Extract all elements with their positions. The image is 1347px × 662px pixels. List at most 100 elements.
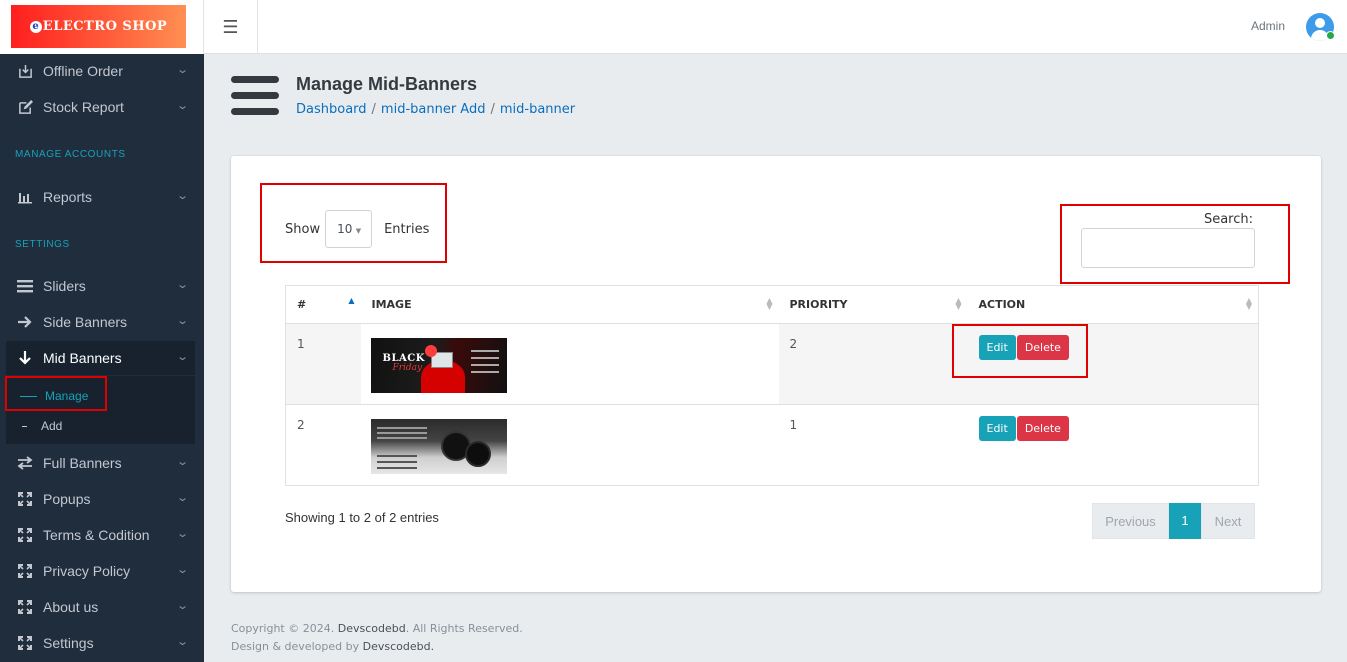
bars-icon: [15, 279, 35, 293]
submenu-label: Add: [41, 419, 63, 433]
sidebar-item-label: Popups: [43, 491, 91, 507]
chevron-down-icon: ⌄: [175, 492, 189, 504]
designed-prefix: Design & developed by: [231, 640, 360, 653]
brand-logo[interactable]: e ELECTRO SHOP: [11, 5, 186, 48]
hamburger-icon[interactable]: ☰: [204, 0, 258, 54]
row-number: 2: [285, 404, 361, 486]
table-row: 1 BLACK Friday 2 Edit Delete: [285, 323, 1259, 405]
dash-icon: [22, 425, 27, 427]
table-info: Showing 1 to 2 of 2 entries: [285, 510, 439, 525]
sidebar-item-terms[interactable]: Terms & Codition ⌄: [6, 518, 195, 552]
sidebar-item-label: About us: [43, 599, 99, 615]
sidebar-item-label: Terms & Codition: [43, 527, 150, 543]
delete-button[interactable]: Delete: [1016, 416, 1069, 441]
annotation-box-actions: [952, 324, 1088, 378]
chevron-down-icon: ⌄: [175, 528, 189, 540]
page-1-button[interactable]: 1: [1169, 503, 1201, 539]
annotation-box-entries: [260, 183, 447, 263]
bar-chart-icon: [15, 190, 35, 204]
expand-icon: [15, 636, 35, 650]
chevron-down-icon: ⌄: [175, 636, 189, 648]
sidebar-item-mid-banners[interactable]: Mid Banners ⌄: [6, 341, 195, 375]
logo-letter: e: [29, 20, 42, 33]
chevron-down-icon: ⌄: [175, 64, 189, 76]
chevron-down-icon: ⌄: [175, 456, 189, 468]
breadcrumb-mid-banner[interactable]: mid-banner: [500, 102, 575, 117]
download-box-icon: [15, 64, 35, 79]
sidebar-item-full-banners[interactable]: Full Banners ⌄: [6, 446, 195, 480]
page-menu-icon: [231, 76, 279, 118]
expand-icon: [15, 564, 35, 578]
sidebar-item-label: Settings: [43, 635, 94, 651]
chevron-down-icon: ⌄: [175, 190, 189, 202]
priority-cell: 2: [778, 323, 968, 405]
sidebar-item-privacy-policy[interactable]: Privacy Policy ⌄: [6, 554, 195, 588]
sidebar-item-settings[interactable]: Settings ⌄: [6, 626, 195, 660]
chevron-down-icon: ⌄: [175, 351, 189, 363]
section-heading-accounts: MANAGE ACCOUNTS: [15, 149, 126, 160]
chevron-down-icon: ⌄: [175, 100, 189, 112]
user-name[interactable]: Admin: [1251, 19, 1285, 33]
logo-text: ELECTRO SHOP: [42, 19, 168, 34]
sidebar-item-label: Offline Order: [43, 63, 123, 79]
chevron-down-icon: ⌄: [175, 564, 189, 576]
expand-icon: [15, 492, 35, 506]
image-cell: [360, 404, 779, 486]
online-status-dot: [1326, 31, 1335, 40]
previous-page-button[interactable]: Previous: [1092, 503, 1169, 539]
column-header-action[interactable]: ACTION ▲ ▼: [967, 285, 1259, 324]
sidebar-item-label: Side Banners: [43, 314, 128, 330]
page-title: Manage Mid-Banners: [296, 74, 478, 94]
banner-thumbnail: BLACK Friday: [370, 338, 507, 393]
row-number: 1: [285, 323, 361, 405]
page-footer: Copyright © 2024. Devscodebd. All Rights…: [231, 620, 523, 656]
pagination: Previous 1 Next: [1092, 503, 1255, 539]
sidebar-item-stock-report[interactable]: Stock Report ⌄: [6, 90, 195, 124]
annotation-box-search: [1060, 204, 1290, 284]
sidebar-item-offline-order[interactable]: Offline Order ⌄: [6, 54, 195, 88]
sort-icon: ▲ ▼: [955, 296, 962, 311]
sidebar-item-popups[interactable]: Popups ⌄: [6, 482, 195, 516]
sidebar-item-label: Sliders: [43, 278, 86, 294]
column-header-number[interactable]: # ▲: [285, 285, 361, 324]
sidebar-item-reports[interactable]: Reports ⌄: [6, 180, 195, 214]
image-cell: BLACK Friday: [360, 323, 779, 405]
sort-asc-icon: ▲: [348, 296, 355, 305]
edit-button[interactable]: Edit: [978, 416, 1016, 441]
section-heading-settings: SETTINGS: [15, 239, 70, 250]
action-cell: Edit Delete: [967, 404, 1259, 486]
sidebar-item-label: Stock Report: [43, 99, 124, 115]
breadcrumb-dashboard[interactable]: Dashboard: [296, 102, 367, 117]
chevron-down-icon: ⌄: [175, 315, 189, 327]
sidebar-item-about-us[interactable]: About us ⌄: [6, 590, 195, 624]
footer-designer-link[interactable]: Devscodebd.: [363, 640, 434, 653]
expand-icon: [15, 528, 35, 542]
priority-cell: 1: [778, 404, 968, 486]
mid-banners-table: # ▲ IMAGE ▲ ▼ PRIORITY ▲ ▼ ACTION ▲ ▼ 1 BLACK Fr…: [285, 285, 1259, 486]
edit-icon: [15, 99, 35, 115]
sort-icon: ▲ ▼: [766, 296, 773, 311]
submenu-item-add[interactable]: Add: [22, 419, 62, 433]
chevron-down-icon: ⌄: [175, 279, 189, 291]
sidebar-item-label: Reports: [43, 189, 93, 205]
expand-icon: [15, 600, 35, 614]
sidebar-item-label: Privacy Policy: [43, 563, 131, 579]
column-header-image[interactable]: IMAGE ▲ ▼: [360, 285, 779, 324]
sidebar-item-sliders[interactable]: Sliders ⌄: [6, 269, 195, 303]
arrow-down-icon: [15, 350, 35, 366]
breadcrumb-mid-banner-add[interactable]: mid-banner Add: [381, 102, 486, 117]
annotation-box-manage: [5, 376, 107, 411]
sidebar: Offline Order ⌄ Stock Report ⌄ MANAGE AC…: [0, 54, 204, 662]
sidebar-item-label: Mid Banners: [43, 350, 122, 366]
arrow-right-icon: [15, 315, 35, 329]
exchange-icon: [15, 456, 35, 470]
copyright-suffix: . All Rights Reserved.: [405, 622, 523, 635]
next-page-button[interactable]: Next: [1201, 503, 1255, 539]
copyright-prefix: Copyright © 2024.: [231, 622, 335, 635]
column-header-priority[interactable]: PRIORITY ▲ ▼: [778, 285, 968, 324]
sort-icon: ▲ ▼: [1245, 296, 1252, 311]
footer-company-link[interactable]: Devscodebd: [338, 622, 406, 635]
brand-area: e ELECTRO SHOP: [0, 0, 204, 54]
sidebar-item-label: Full Banners: [43, 455, 122, 471]
sidebar-item-side-banners[interactable]: Side Banners ⌄: [6, 305, 195, 339]
